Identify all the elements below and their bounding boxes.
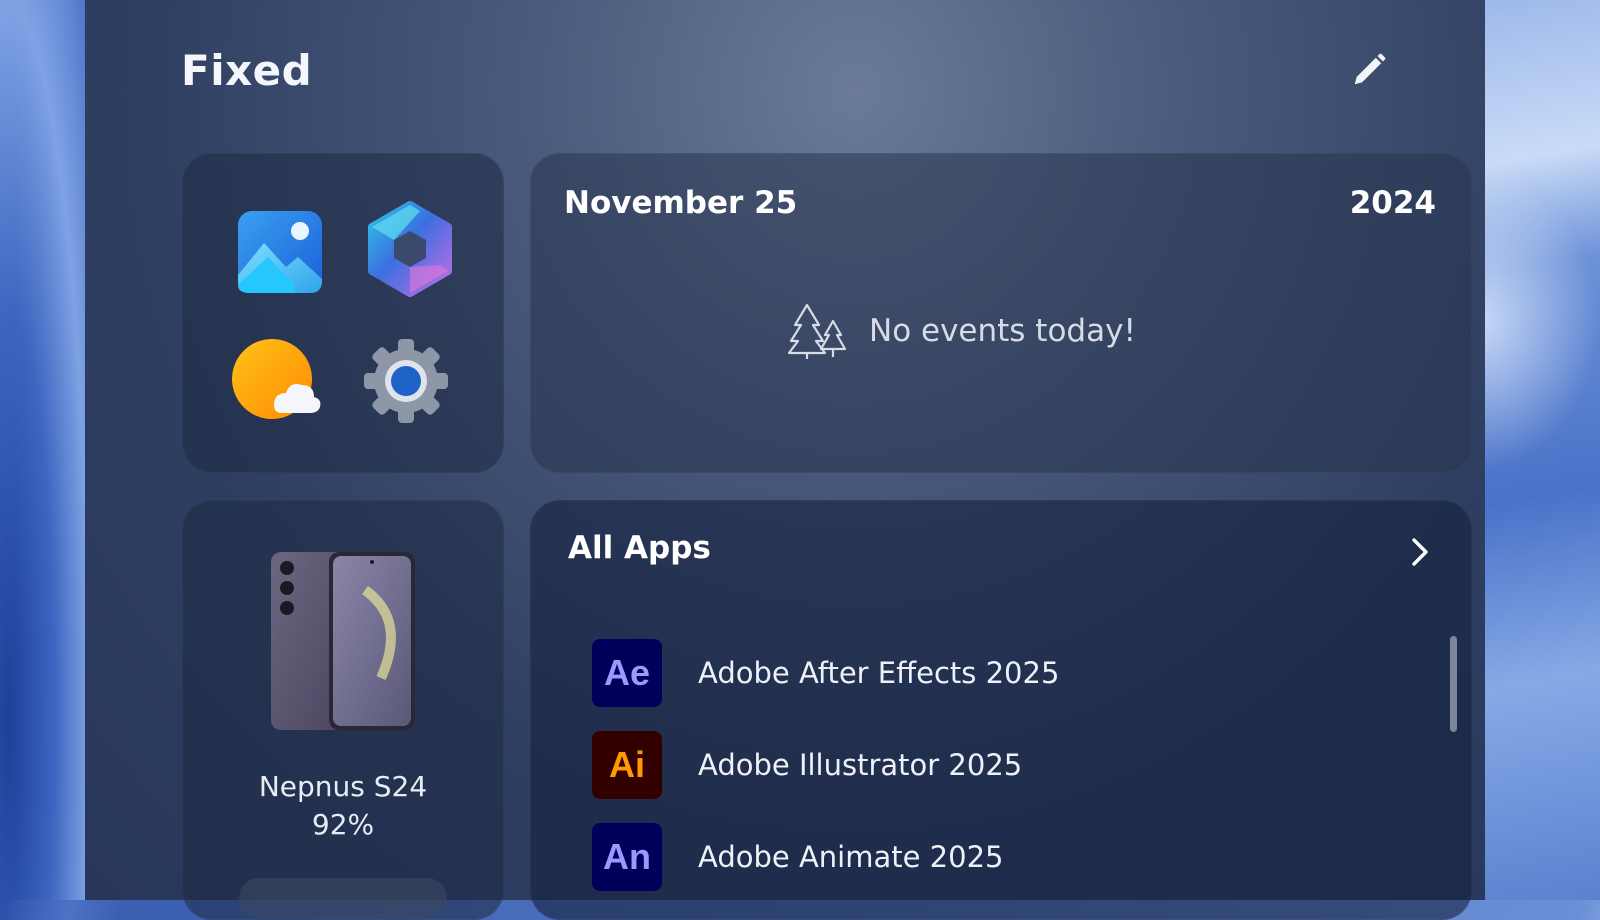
photos-icon: [238, 211, 322, 293]
wallpaper-left: [0, 0, 90, 900]
after-effects-icon: Ae: [592, 639, 662, 707]
copilot-icon: [368, 201, 452, 297]
settings-app[interactable]: [360, 335, 452, 427]
all-apps-title: All Apps: [568, 530, 711, 566]
app-label: Adobe Illustrator 2025: [698, 748, 1023, 782]
chevron-right-icon[interactable]: [1402, 534, 1438, 570]
calendar-empty-state: No events today!: [785, 303, 1136, 359]
device-card[interactable]: Nepnus S24 92%: [182, 500, 504, 920]
list-item-illustrator[interactable]: Ai Adobe Illustrator 2025: [592, 730, 1352, 800]
calendar-year: 2024: [1349, 185, 1436, 221]
pinned-apps-card: [182, 153, 504, 473]
list-item-animate[interactable]: An Adobe Animate 2025: [592, 822, 1352, 892]
all-apps-card: All Apps Ae Adobe After Effects 2025 Ai …: [530, 500, 1472, 920]
calendar-card[interactable]: November 25 2024 No events today!: [530, 153, 1472, 473]
device-battery: 92%: [311, 808, 375, 841]
pencil-icon: [1354, 53, 1386, 85]
device-name: Nepnus S24: [258, 770, 428, 803]
panel-title: Fixed: [181, 46, 313, 95]
no-events-text: No events today!: [869, 313, 1136, 349]
trees-icon: [787, 303, 847, 359]
calendar-date: November 25: [564, 185, 798, 221]
weather-icon: [232, 339, 321, 419]
copilot-app[interactable]: [360, 199, 452, 297]
animate-icon: An: [592, 823, 662, 891]
app-label: Adobe Animate 2025: [698, 840, 1004, 874]
app-label: Adobe After Effects 2025: [698, 656, 1060, 690]
start-panel: Fixed November 25 2024 No events today! …: [85, 0, 1485, 920]
weather-app[interactable]: [230, 335, 322, 427]
edit-button[interactable]: [1347, 48, 1391, 92]
illustrator-icon: Ai: [592, 731, 662, 799]
wallpaper-right: [1480, 0, 1600, 900]
phone-image: [271, 552, 415, 730]
photos-app[interactable]: [234, 205, 326, 297]
settings-icon: [364, 339, 448, 423]
device-action-button[interactable]: [239, 878, 447, 918]
scrollbar[interactable]: [1450, 636, 1457, 732]
list-item-after-effects[interactable]: Ae Adobe After Effects 2025: [592, 638, 1352, 708]
